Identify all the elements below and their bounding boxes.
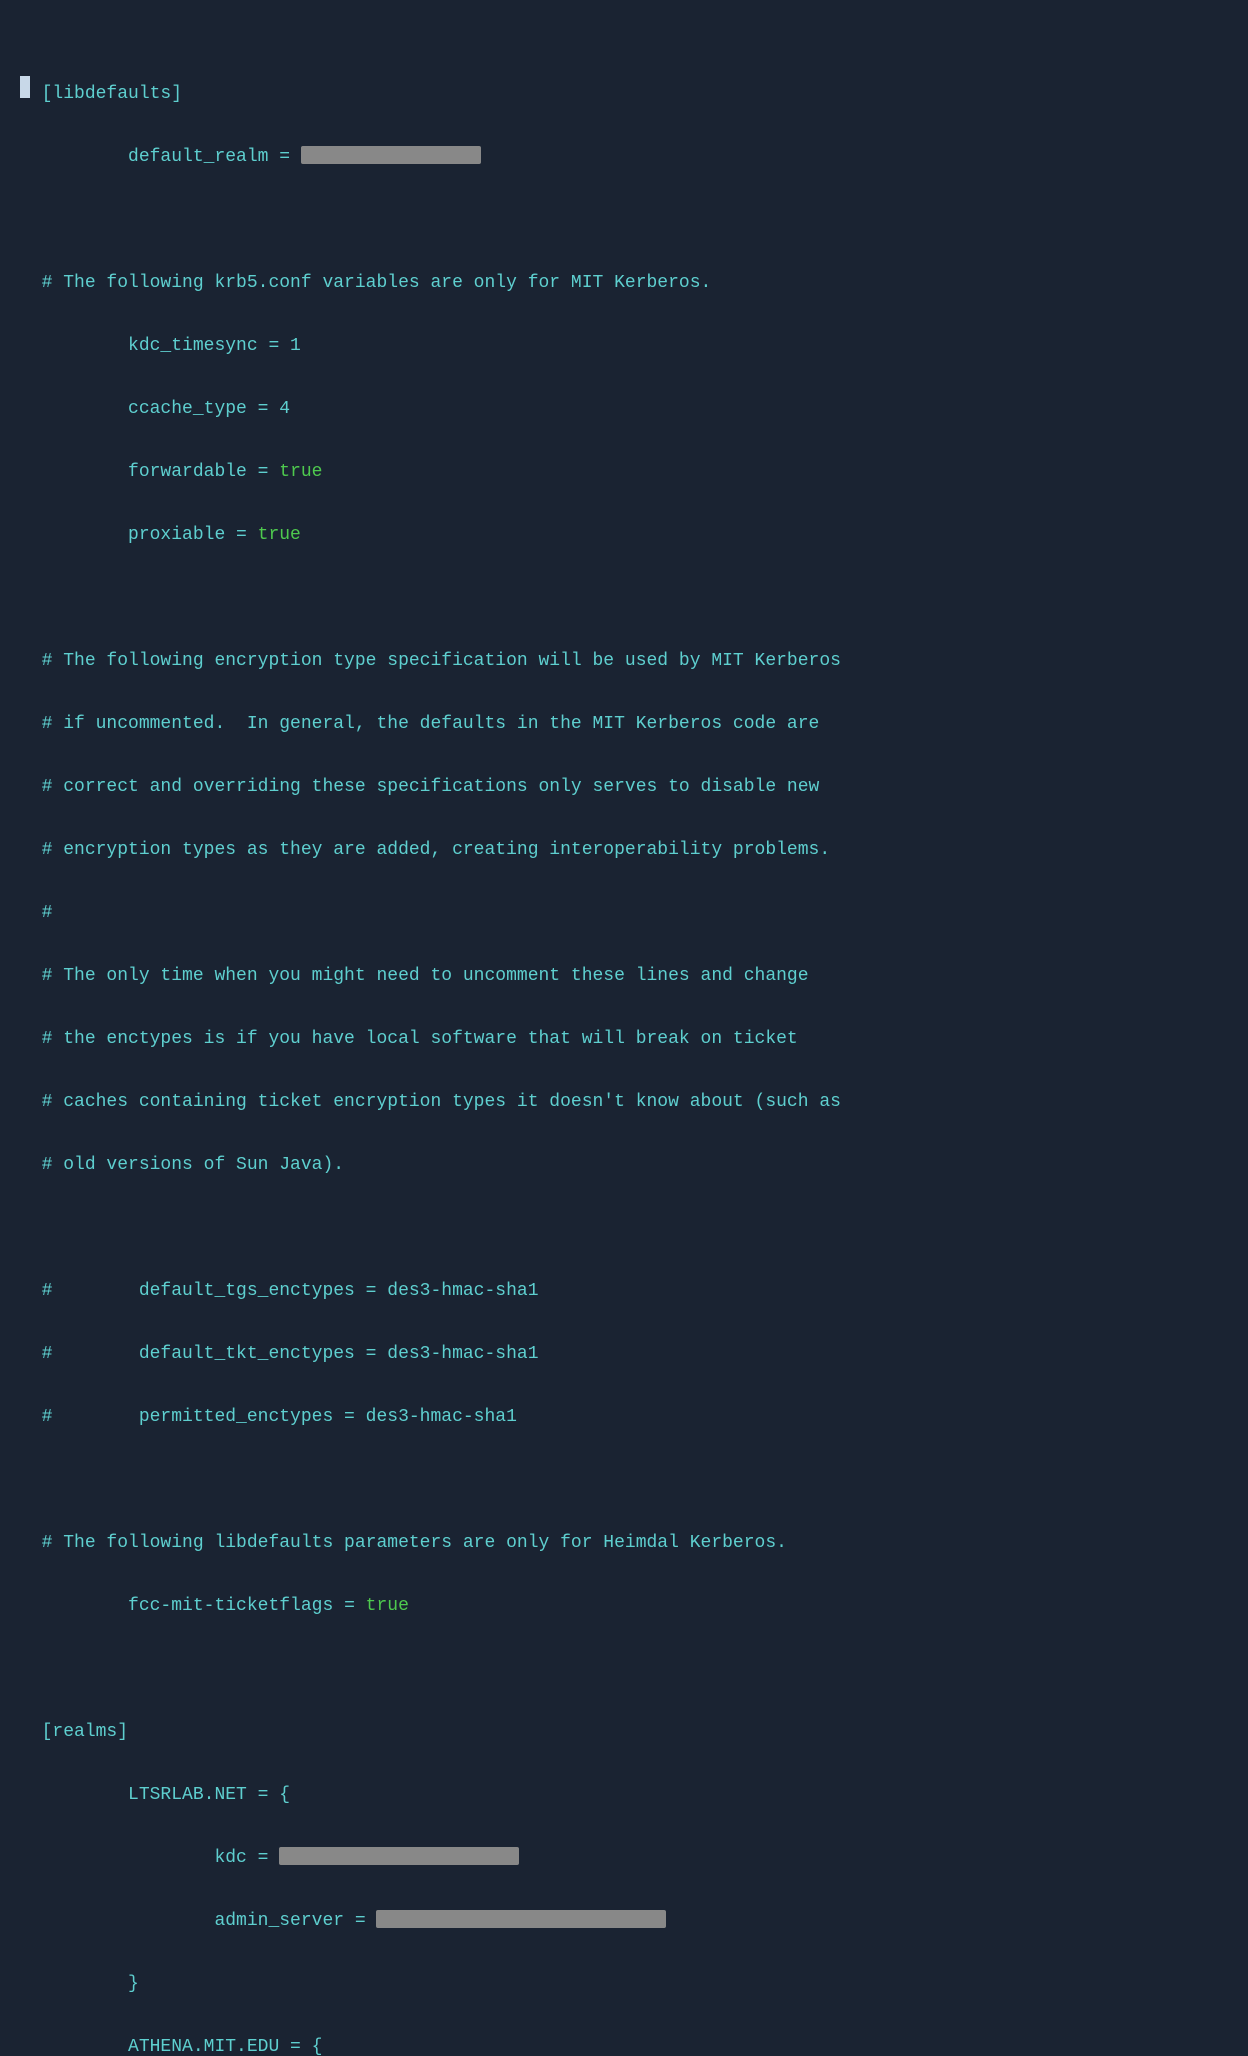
ccache-type-line: ccache_type = 4 (42, 399, 290, 419)
section-realms: [realms] (42, 1722, 128, 1742)
fcc-line: fcc-mit-ticketflags = true (42, 1596, 409, 1616)
proxiable-line: proxiable = true (42, 525, 301, 545)
comment-default-tgs: # default_tgs_enctypes = des3-hmac-sha1 (42, 1281, 539, 1301)
ltsrlab-block-open: LTSRLAB.NET = { (42, 1785, 290, 1805)
comment-permitted: # permitted_enctypes = des3-hmac-sha1 (42, 1407, 517, 1427)
ltsrlab-block-close: } (42, 1974, 139, 1994)
code-editor: [libdefaults] default_realm = # The foll… (20, 16, 1228, 2056)
comment-heimdal: # The following libdefaults parameters a… (42, 1533, 787, 1553)
text-cursor (20, 76, 30, 98)
forwardable-line: forwardable = true (42, 462, 323, 482)
comment-only-time-1: # The only time when you might need to u… (42, 966, 809, 986)
athena-block-open: ATHENA.MIT.EDU = { (42, 2037, 323, 2056)
comment-enc-type-1: # The following encryption type specific… (42, 651, 841, 671)
comment-only-time-3: # caches containing ticket encryption ty… (42, 1092, 841, 1112)
comment-enc-type-2: # if uncommented. In general, the defaul… (42, 714, 820, 734)
comment-hash: # (42, 903, 53, 923)
admin-server-line: admin_server = (42, 1911, 667, 1931)
comment-enc-type-4: # encryption types as they are added, cr… (42, 840, 831, 860)
default-realm-line: default_realm = (42, 147, 481, 167)
kdc-value-line: kdc = (42, 1848, 520, 1868)
comment-enc-type-3: # correct and overriding these specifica… (42, 777, 820, 797)
comment-mit-vars: # The following krb5.conf variables are … (42, 273, 712, 293)
comment-only-time-2: # the enctypes is if you have local soft… (42, 1029, 798, 1049)
comment-default-tkt: # default_tkt_enctypes = des3-hmac-sha1 (42, 1344, 539, 1364)
section-libdefaults: [libdefaults] (42, 84, 182, 104)
kdc-timesync-line: kdc_timesync = 1 (42, 336, 301, 356)
comment-only-time-4: # old versions of Sun Java). (42, 1155, 344, 1175)
